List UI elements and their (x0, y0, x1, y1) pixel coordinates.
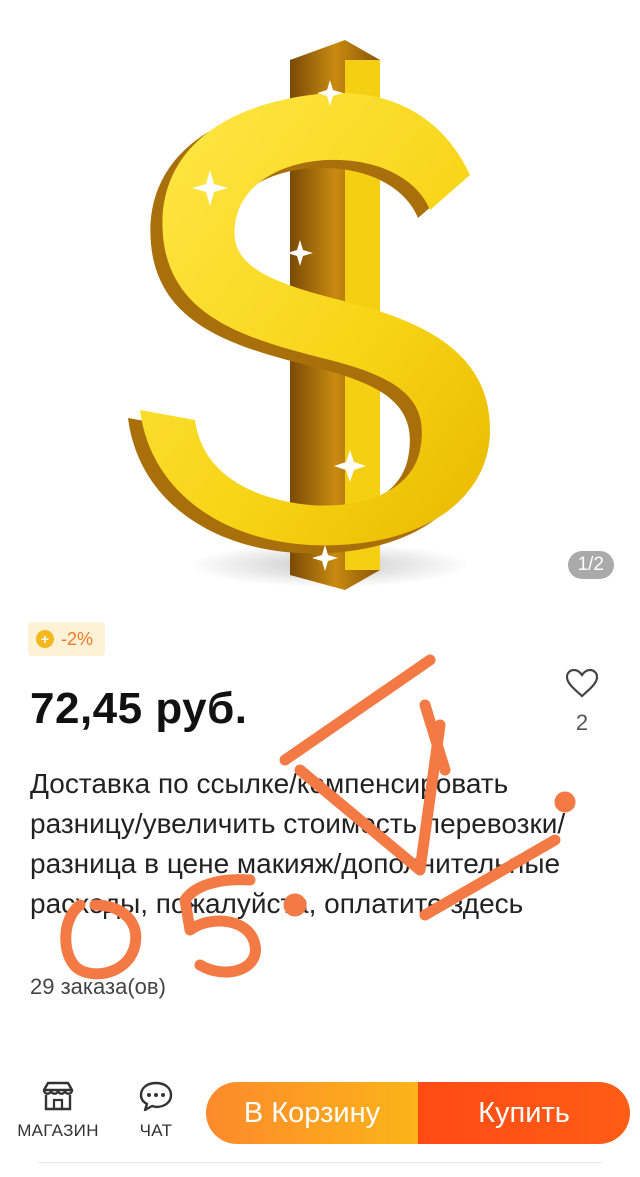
wishlist-button[interactable]: 2 (560, 668, 604, 736)
dollar-sign-icon (128, 40, 512, 590)
product-image-gallery[interactable]: 1/2 (0, 0, 640, 600)
image-counter: 1/2 (567, 551, 614, 579)
wishlist-count: 2 (575, 710, 589, 735)
bottom-action-bar: МАГАЗИН ЧАТ В Корзину Купить (0, 1068, 640, 1177)
buy-now-button[interactable]: Купить (418, 1082, 630, 1144)
add-to-cart-button[interactable]: В Корзину (206, 1082, 418, 1144)
orders-count: 29 заказа(ов) (30, 974, 166, 999)
chat-label: ЧАТ (139, 1121, 173, 1140)
store-icon (42, 1081, 74, 1111)
discount-text: -2% (61, 628, 94, 649)
heart-icon (565, 668, 599, 698)
shop-button[interactable]: МАГАЗИН (10, 1080, 106, 1141)
chat-button[interactable]: ЧАТ (128, 1080, 184, 1141)
bottom-divider (38, 1162, 602, 1163)
shop-label: МАГАЗИН (17, 1121, 99, 1140)
coin-icon: + (36, 630, 54, 648)
product-title: Доставка по ссылке/компенсировать разниц… (30, 768, 566, 919)
product-price: 72,45 руб. (30, 684, 248, 733)
discount-badge: + -2% (28, 622, 106, 656)
chat-icon (139, 1081, 173, 1112)
